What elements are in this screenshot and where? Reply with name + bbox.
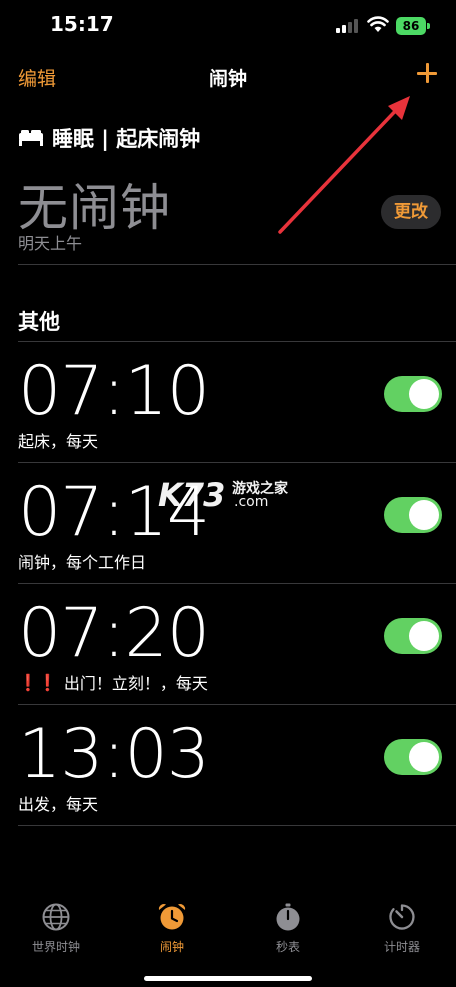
page-title: 闹钟	[208, 68, 247, 90]
alarm-label: 闹钟，每个工作日	[18, 553, 147, 572]
alarm-toggle[interactable]	[384, 376, 442, 412]
exclamation-icon: ❗❗	[18, 672, 58, 692]
timer-icon	[389, 904, 415, 930]
alarm-time: 13:03	[18, 715, 210, 794]
alarm-toggle[interactable]	[384, 618, 442, 654]
toggle-knob	[409, 742, 439, 772]
tab-label: 秒表	[275, 940, 300, 954]
tab-alarm[interactable]: 闹钟	[132, 890, 212, 955]
globe-icon	[42, 903, 70, 931]
toggle-knob	[409, 379, 439, 409]
alarm-time: 07:10	[18, 352, 210, 431]
tab-timer[interactable]: 计时器	[362, 890, 442, 955]
alarm-toggle[interactable]	[384, 739, 442, 775]
alarm-time: 07:20	[18, 594, 210, 673]
watermark-logo: K73 游戏之家 .com	[158, 476, 288, 514]
toggle-knob	[409, 500, 439, 530]
alarm-clock-icon	[158, 904, 186, 930]
tab-label: 计时器	[383, 940, 420, 954]
divider	[18, 264, 456, 265]
divider	[18, 825, 456, 826]
tab-stopwatch[interactable]: 秒表	[248, 890, 328, 955]
sleep-title: 睡眠 | 起床闹钟	[52, 127, 201, 151]
home-indicator	[144, 976, 312, 981]
change-sleep-button[interactable]: 更改	[381, 195, 441, 229]
tab-label: 世界时钟	[31, 940, 80, 954]
sleep-section-header: 睡眠 | 起床闹钟	[18, 124, 200, 152]
add-alarm-button[interactable]	[410, 56, 444, 90]
status-time: 15:17	[50, 12, 114, 36]
alarm-label: 起床，每天	[18, 432, 99, 451]
battery-indicator: 86	[396, 17, 426, 35]
alarm-row[interactable]: 13:03 出发，每天	[0, 705, 456, 826]
alarm-label: 出发，每天	[18, 795, 99, 814]
other-section-header: 其他	[18, 310, 60, 334]
sleep-schedule-text: 明天上午	[18, 234, 83, 253]
battery-tip	[427, 23, 430, 29]
wifi-icon	[367, 16, 389, 32]
tab-world-clock[interactable]: 世界时钟	[16, 890, 96, 955]
alarm-row[interactable]: 07:20 ❗❗ 出门！立刻！，每天	[0, 584, 456, 705]
alarm-toggle[interactable]	[384, 497, 442, 533]
tab-label: 闹钟	[159, 940, 184, 954]
cellular-signal-icon	[336, 19, 360, 33]
toggle-knob	[409, 621, 439, 651]
alarm-label: ❗❗ 出门！立刻！，每天	[18, 672, 208, 694]
alarm-row[interactable]: 07:10 起床，每天	[0, 342, 456, 463]
tab-bar: 世界时钟 闹钟 秒表 计时器	[0, 890, 456, 987]
bed-icon	[19, 130, 43, 146]
stopwatch-icon	[276, 903, 300, 931]
